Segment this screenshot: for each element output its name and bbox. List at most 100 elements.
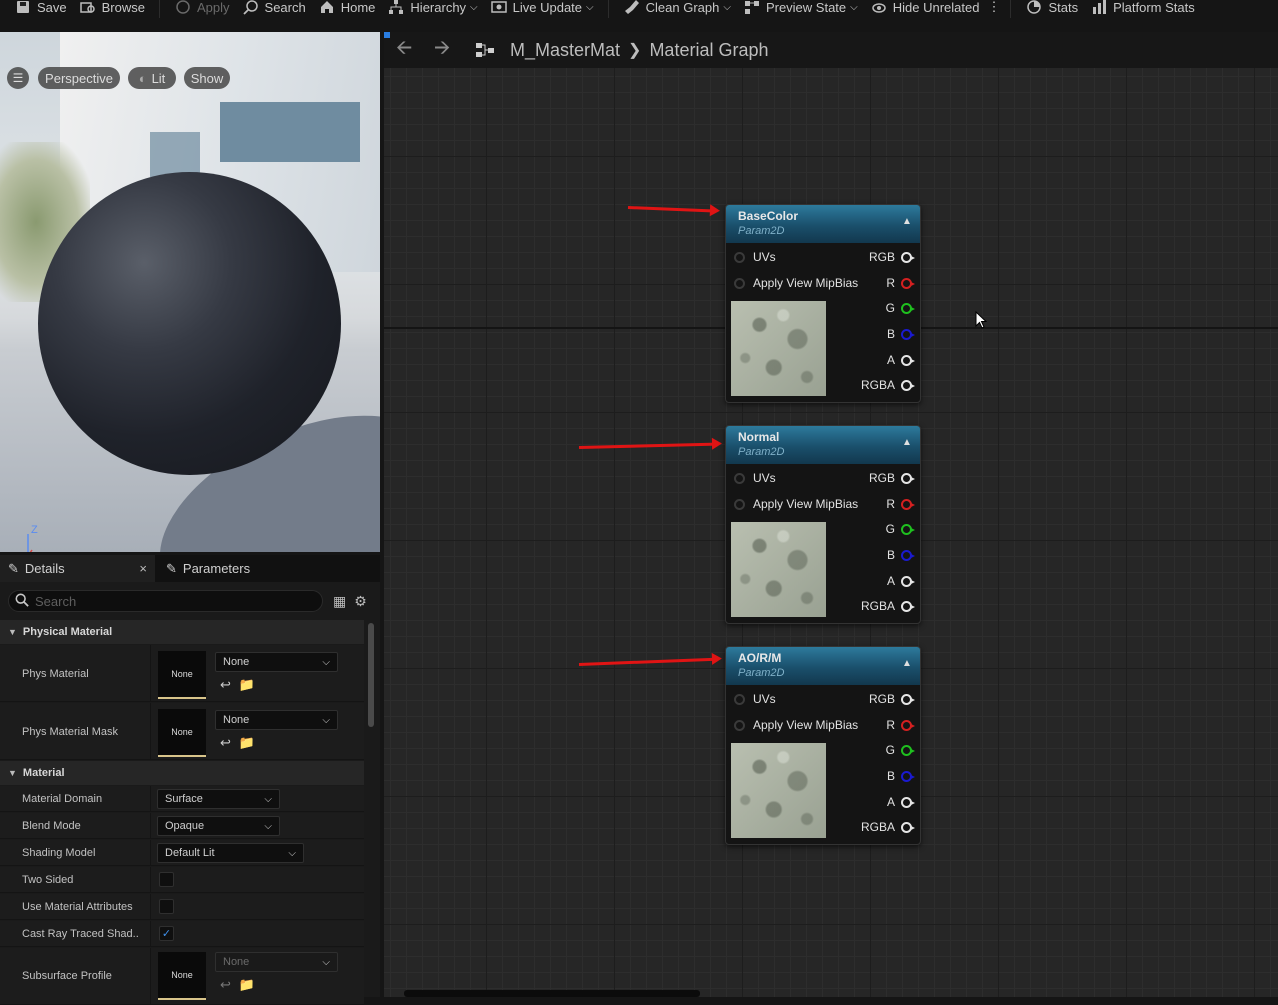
close-icon[interactable]: ×: [139, 561, 147, 576]
input-pin-uvs[interactable]: UVs: [734, 468, 776, 488]
back-arrow-icon[interactable]: 🡨: [396, 33, 422, 67]
platform-stats-button[interactable]: Platform Stats: [1084, 0, 1201, 16]
pin-circle-icon[interactable]: [734, 277, 745, 289]
pin-circle-icon[interactable]: [901, 523, 915, 535]
node-header[interactable]: AO/R/M Param2D ▲: [726, 647, 920, 685]
viewport-menu-button[interactable]: ☰: [7, 67, 29, 89]
show-button[interactable]: Show: [184, 67, 230, 89]
subsurface-profile-combo[interactable]: None ⌵: [215, 952, 338, 972]
phys-material-mask-combo[interactable]: None ⌵: [215, 710, 338, 730]
two-sided-checkbox[interactable]: [159, 872, 174, 887]
output-pin-g[interactable]: G: [886, 740, 915, 760]
save-button[interactable]: Save: [8, 0, 73, 16]
preview-viewport[interactable]: ☰ Perspective ◐Lit Show Z X: [0, 32, 380, 552]
breadcrumb-graph[interactable]: Material Graph: [649, 40, 768, 61]
browse-to-asset-icon[interactable]: ↩: [220, 677, 231, 693]
output-pin-b[interactable]: B: [887, 324, 915, 344]
pin-circle-icon[interactable]: [901, 302, 915, 314]
pin-circle-icon[interactable]: [901, 472, 915, 484]
asset-thumbnail[interactable]: None: [158, 952, 206, 1000]
input-pin-uvs[interactable]: UVs: [734, 247, 776, 267]
home-button[interactable]: Home: [312, 0, 382, 16]
material-domain-combo[interactable]: Surface ⌵: [157, 789, 280, 809]
more-options-button[interactable]: ⋮: [985, 0, 1002, 16]
pin-circle-icon[interactable]: [901, 498, 915, 510]
input-pin-mipbias[interactable]: Apply View MipBias: [734, 273, 858, 293]
texture-param-node-normal[interactable]: Normal Param2D ▲ UVs Apply View MipBias …: [725, 425, 921, 624]
texture-param-node-aorm[interactable]: AO/R/M Param2D ▲ UVs Apply View MipBias …: [725, 646, 921, 845]
output-pin-rgb[interactable]: RGB: [869, 247, 915, 267]
pin-circle-icon[interactable]: [901, 277, 915, 289]
pin-circle-icon[interactable]: [901, 719, 915, 731]
apply-button[interactable]: Apply: [168, 0, 236, 16]
use-material-attributes-checkbox[interactable]: [159, 899, 174, 914]
output-pin-b[interactable]: B: [887, 766, 915, 786]
output-pin-r[interactable]: R: [886, 494, 915, 514]
pin-circle-icon[interactable]: [901, 379, 915, 391]
pin-circle-icon[interactable]: [901, 549, 915, 561]
browse-button[interactable]: Browse: [73, 0, 151, 16]
collapse-chevron-icon[interactable]: ▲: [902, 658, 914, 670]
asset-thumbnail[interactable]: None: [158, 709, 206, 757]
output-pin-g[interactable]: G: [886, 519, 915, 539]
browse-to-asset-icon[interactable]: ↩: [220, 735, 231, 751]
search-button[interactable]: Search: [236, 0, 312, 16]
output-pin-r[interactable]: R: [886, 715, 915, 735]
details-scrollbar[interactable]: [368, 623, 374, 727]
pin-circle-icon[interactable]: [901, 354, 915, 366]
node-header[interactable]: Normal Param2D ▲: [726, 426, 920, 464]
gear-icon[interactable]: ⚙: [354, 593, 367, 610]
input-pin-uvs[interactable]: UVs: [734, 689, 776, 709]
tab-details[interactable]: ✎ Details ×: [0, 555, 155, 582]
input-pin-mipbias[interactable]: Apply View MipBias: [734, 715, 858, 735]
output-pin-rgba[interactable]: RGBA: [861, 817, 915, 837]
section-material[interactable]: ▼ Material: [0, 761, 364, 785]
input-pin-mipbias[interactable]: Apply View MipBias: [734, 494, 858, 514]
lit-button[interactable]: ◐ Lit: [128, 67, 176, 89]
output-pin-rgba[interactable]: RGBA: [861, 596, 915, 616]
pin-circle-icon[interactable]: [734, 719, 745, 731]
pin-circle-icon[interactable]: [901, 770, 915, 782]
pin-circle-icon[interactable]: [901, 328, 915, 340]
output-pin-rgb[interactable]: RGB: [869, 468, 915, 488]
forward-arrow-icon[interactable]: 🡪: [434, 33, 460, 67]
find-in-browser-icon[interactable]: 📁: [239, 735, 255, 751]
output-pin-rgba[interactable]: RGBA: [861, 375, 915, 395]
tab-parameters[interactable]: ✎ Parameters: [158, 555, 258, 582]
output-pin-a[interactable]: A: [887, 571, 915, 591]
phys-material-combo[interactable]: None ⌵: [215, 652, 338, 672]
section-physical-material[interactable]: ▼ Physical Material: [0, 620, 364, 644]
table-view-icon[interactable]: ▦: [333, 593, 346, 610]
output-pin-g[interactable]: G: [886, 298, 915, 318]
blend-mode-combo[interactable]: Opaque ⌵: [157, 816, 280, 836]
pin-circle-icon[interactable]: [901, 600, 915, 612]
output-pin-a[interactable]: A: [887, 792, 915, 812]
stats-button[interactable]: Stats: [1019, 0, 1084, 16]
pin-circle-icon[interactable]: [901, 575, 915, 587]
clean-graph-button[interactable]: Clean Graph ⌵: [617, 0, 737, 16]
live-update-button[interactable]: Live Update ⌵: [484, 0, 600, 16]
pin-circle-icon[interactable]: [734, 498, 745, 510]
output-pin-a[interactable]: A: [887, 350, 915, 370]
pin-circle-icon[interactable]: [901, 251, 915, 263]
pin-circle-icon[interactable]: [901, 796, 915, 808]
collapse-chevron-icon[interactable]: ▲: [902, 216, 914, 228]
texture-param-node-basecolor[interactable]: BaseColor Param2D ▲ UVs Apply View MipBi…: [725, 204, 921, 403]
graph-horizontal-scrollbar[interactable]: [404, 990, 700, 997]
pin-circle-icon[interactable]: [901, 744, 915, 756]
breadcrumb-asset[interactable]: M_MasterMat: [510, 40, 620, 61]
browse-to-asset-icon[interactable]: ↩: [220, 977, 231, 993]
perspective-button[interactable]: Perspective: [38, 67, 120, 89]
output-pin-rgb[interactable]: RGB: [869, 689, 915, 709]
pin-circle-icon[interactable]: [734, 472, 745, 484]
find-in-browser-icon[interactable]: 📁: [239, 677, 255, 693]
pin-circle-icon[interactable]: [901, 821, 915, 833]
hierarchy-button[interactable]: Hierarchy ⌵: [381, 0, 483, 16]
shading-model-combo[interactable]: Default Lit ⌵: [157, 843, 304, 863]
pin-circle-icon[interactable]: [901, 693, 915, 705]
asset-thumbnail[interactable]: None: [158, 651, 206, 699]
pin-circle-icon[interactable]: [734, 693, 745, 705]
hide-unrelated-button[interactable]: Hide Unrelated: [864, 0, 986, 16]
pin-circle-icon[interactable]: [734, 251, 745, 263]
cast-ray-traced-checkbox[interactable]: ✓: [159, 926, 174, 941]
